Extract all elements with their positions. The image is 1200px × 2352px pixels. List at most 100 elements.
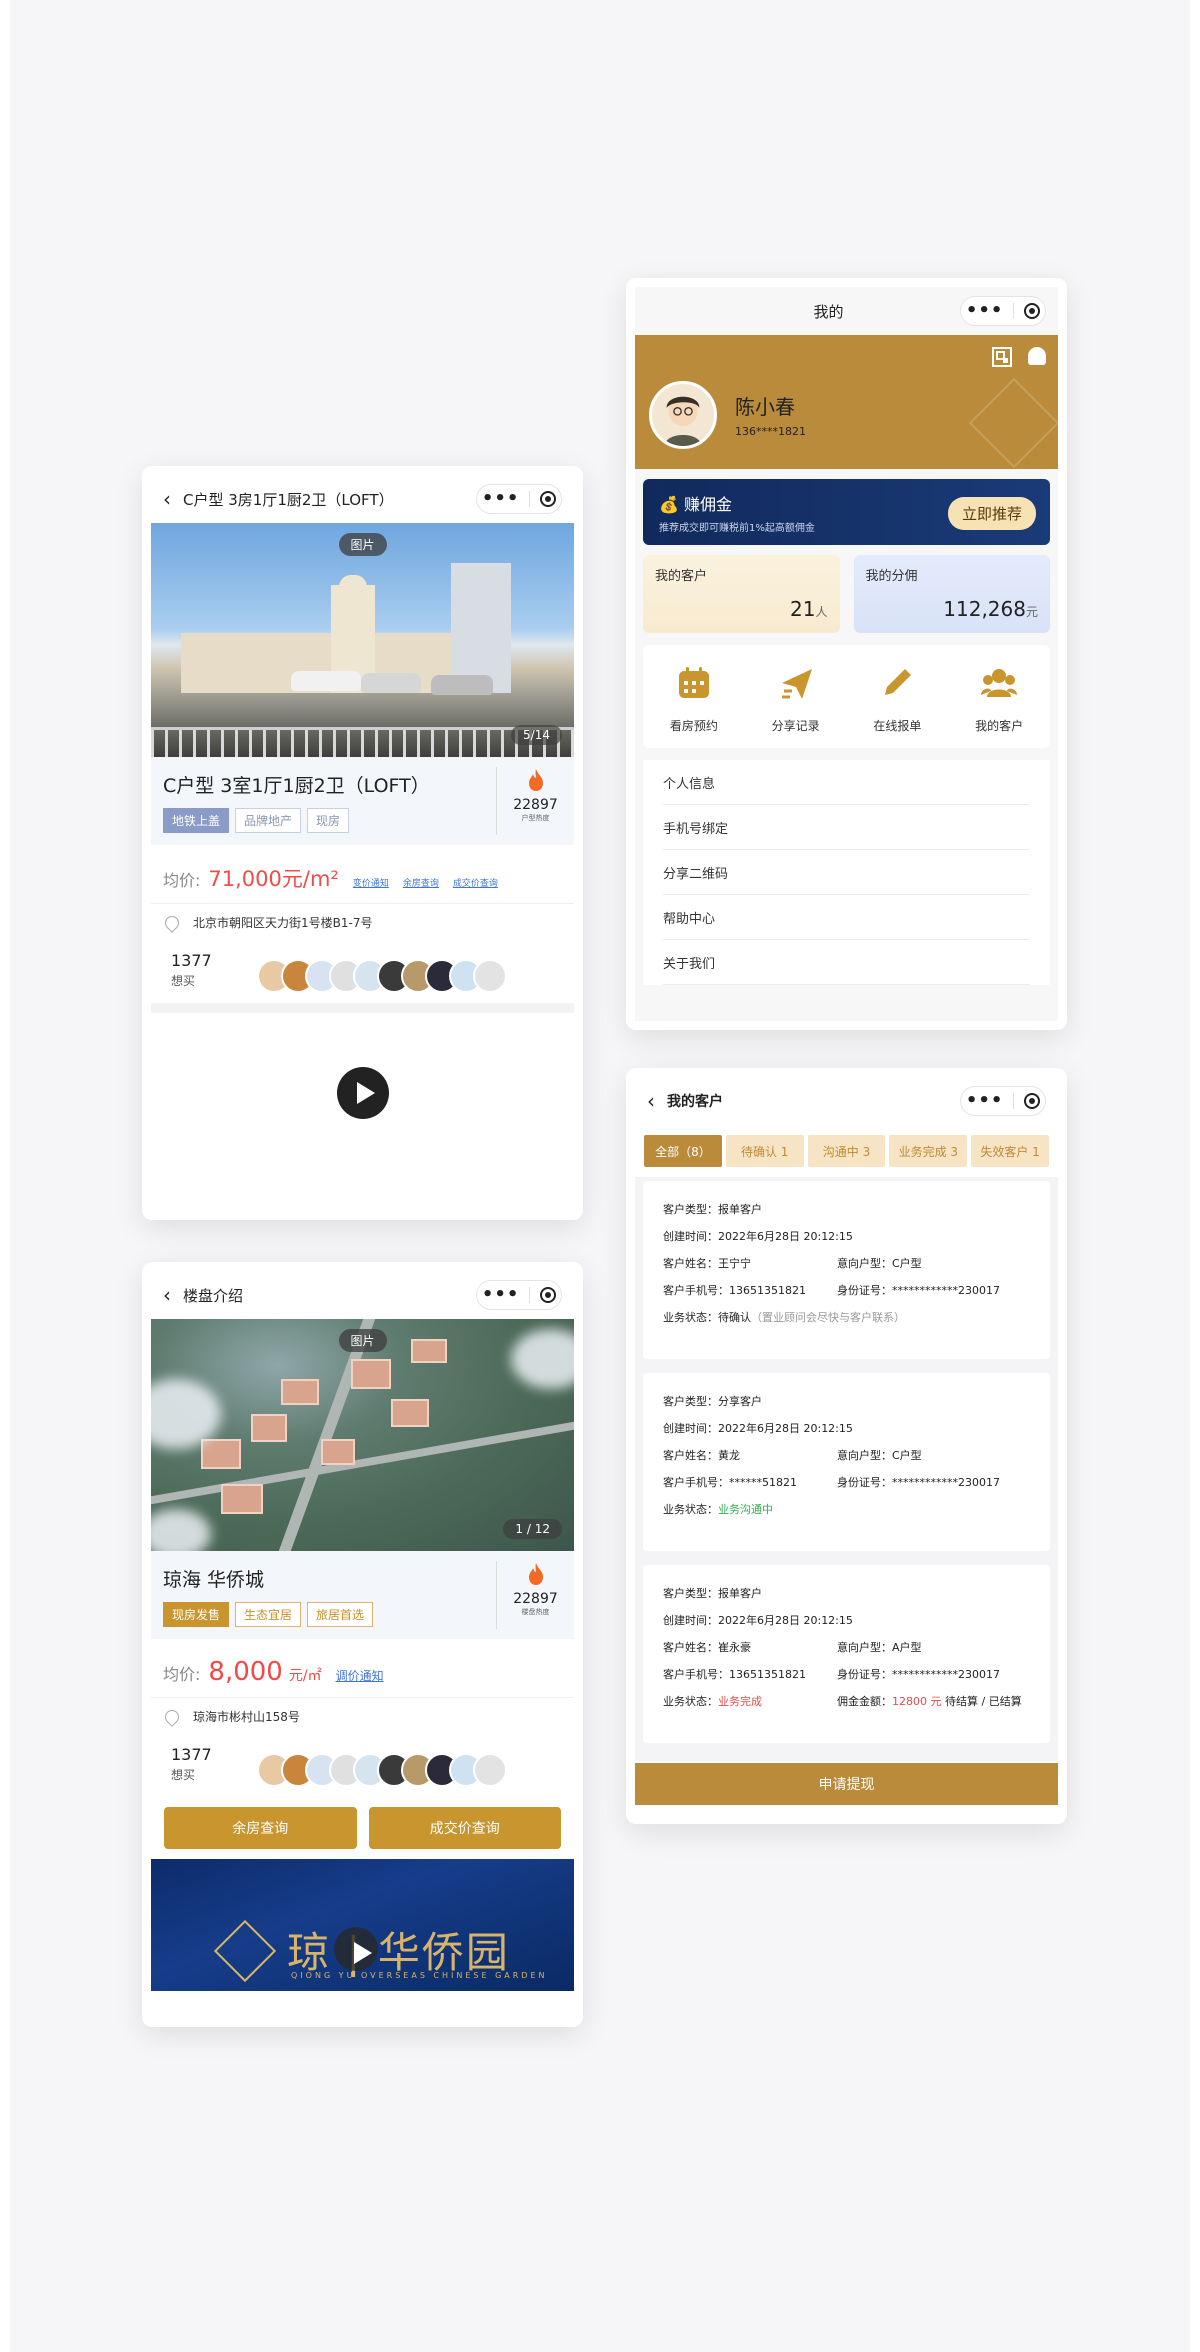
flame-icon	[528, 1563, 543, 1585]
commission-banner: 💰 赚佣金 推荐成交即可赚税前1%起高额佣金 立即推荐	[643, 479, 1050, 545]
my-customers-item[interactable]: 我的客户	[954, 663, 1044, 734]
close-ring-icon[interactable]	[1024, 303, 1041, 319]
grid-label: 在线报单	[873, 719, 922, 733]
customer-type: 客户类型：分享客户	[663, 1394, 762, 1408]
price-value: 8,000	[208, 1657, 283, 1687]
price-row: 均价: 8,000 元/㎡ 调价通知	[151, 1639, 574, 1698]
remaining-units-link[interactable]: 余房查询	[403, 876, 439, 889]
tab-pending[interactable]: 待确认 1	[725, 1135, 804, 1167]
profile-screen: 我的 ••• 陈小春 136****1821 💰 赚佣金 推荐成交即可赚税前1%…	[626, 278, 1067, 1030]
property-info-card: C户型 3室1厅1厨2卫（LOFT） 地铁上盖 品牌地产 现房 22897 户型…	[151, 757, 574, 845]
estate-intro-screen: ‹ 楼盘介绍 ••• 图片 1 / 12 琼海 华侨城 现房发售 生态宜居 旅居…	[142, 1262, 583, 2027]
photo-label[interactable]: 图片	[338, 1329, 387, 1352]
commission-label: 佣金金额：	[837, 1694, 892, 1708]
nav-bar: ‹ 我的客户 •••	[635, 1077, 1058, 1125]
close-ring-icon[interactable]	[1024, 1093, 1041, 1109]
customer-name: 客户姓名：崔永豪	[663, 1640, 751, 1654]
remaining-units-button[interactable]: 余房查询	[164, 1807, 357, 1849]
photo-label[interactable]: 图片	[338, 533, 387, 556]
close-ring-icon[interactable]	[540, 1287, 557, 1303]
status-badge: 业务完成	[718, 1694, 762, 1708]
my-customers-stat[interactable]: 我的客户 21人	[643, 555, 840, 633]
avatar[interactable]	[649, 381, 717, 449]
customer-card[interactable]: 客户类型：报单客户 创建时间：2022年6月28日 20:12:15 客户姓名：…	[643, 1565, 1050, 1743]
mini-program-capsule: •••	[476, 484, 562, 514]
price-adjust-link[interactable]: 调价通知	[336, 1667, 384, 1684]
heat-indicator: 22897 户型热度	[496, 767, 574, 835]
viewing-appointment-item[interactable]: 看房预约	[649, 663, 739, 734]
withdraw-button[interactable]: 申请提现	[635, 1763, 1058, 1805]
more-icon[interactable]: •••	[966, 1092, 1004, 1110]
id-number: 身份证号：************230017	[837, 1475, 1000, 1489]
price-label: 均价:	[163, 1665, 201, 1684]
bell-icon[interactable]	[1028, 347, 1046, 365]
menu-personal-info[interactable]: 个人信息	[663, 760, 1030, 805]
pencil-icon	[885, 669, 912, 695]
more-icon[interactable]: •••	[482, 490, 520, 508]
tab-all[interactable]: 全部（8）	[644, 1135, 722, 1167]
function-grid: 看房预约 分享记录 在线报单 我的客户	[643, 645, 1050, 748]
more-icon[interactable]: •••	[966, 302, 1004, 320]
play-button-icon[interactable]	[334, 1927, 378, 1971]
address-row[interactable]: 琼海市彬村山158号	[151, 1698, 574, 1735]
flame-icon	[528, 769, 543, 791]
qr-code-icon[interactable]	[992, 347, 1012, 367]
tag-item: 品牌地产	[235, 808, 302, 833]
back-icon[interactable]: ‹	[163, 489, 171, 509]
tab-invalid[interactable]: 失效客户 1	[971, 1135, 1049, 1167]
estate-video-banner[interactable]: 琼 | 华侨园 QIONG YU OVERSEAS CHINESE GARDEN	[151, 1859, 574, 1991]
back-icon[interactable]: ‹	[163, 1285, 171, 1305]
want-to-buy-row[interactable]: 1377 想买	[151, 1735, 574, 1797]
stat-unit: 人	[815, 605, 828, 619]
customer-type: 客户类型：报单客户	[663, 1202, 762, 1216]
nav-title: 我的客户	[667, 1094, 723, 1110]
my-customers-screen: ‹ 我的客户 ••• 全部（8） 待确认 1 沟通中 3 业务完成 3 失效客户…	[626, 1068, 1067, 1824]
settings-menu: 个人信息 手机号绑定 分享二维码 帮助中心 关于我们	[643, 760, 1050, 985]
property-photo[interactable]: 图片 5/14	[151, 523, 574, 757]
deal-price-link[interactable]: 成交价查询	[453, 876, 498, 889]
customer-card[interactable]: 客户类型：报单客户 创建时间：2022年6月28日 20:12:15 客户姓名：…	[643, 1181, 1050, 1359]
customer-phone: 客户手机号：13651351821	[663, 1667, 806, 1681]
id-number: 身份证号：************230017	[837, 1283, 1000, 1297]
menu-about-us[interactable]: 关于我们	[663, 940, 1030, 985]
menu-phone-binding[interactable]: 手机号绑定	[663, 805, 1030, 850]
intended-type: 意向户型：C户型	[837, 1448, 922, 1462]
tab-completed[interactable]: 业务完成 3	[889, 1135, 968, 1167]
price-change-link[interactable]: 变价通知	[353, 876, 389, 889]
heat-label: 户型热度	[521, 814, 550, 822]
address-text: 北京市朝阳区天力街1号楼B1-7号	[193, 916, 373, 930]
customer-name: 客户姓名：黄龙	[663, 1448, 740, 1462]
tag-item: 地铁上盖	[163, 808, 230, 833]
commission-value: 12800 元	[892, 1694, 942, 1708]
menu-share-qr[interactable]: 分享二维码	[663, 850, 1030, 895]
tab-communicating[interactable]: 沟通中 3	[807, 1135, 886, 1167]
created-time: 创建时间：2022年6月28日 20:12:15	[663, 1229, 853, 1243]
share-records-item[interactable]: 分享记录	[751, 663, 841, 734]
play-button-icon[interactable]	[336, 1067, 389, 1119]
customer-card[interactable]: 客户类型：分享客户 创建时间：2022年6月28日 20:12:15 客户姓名：…	[643, 1373, 1050, 1551]
money-bag-icon: 💰	[659, 495, 685, 514]
close-ring-icon[interactable]	[540, 491, 557, 507]
want-to-buy-row[interactable]: 1377 想买	[151, 941, 574, 1003]
user-name: 陈小春	[735, 395, 795, 419]
grid-label: 我的客户	[975, 719, 1024, 733]
calendar-icon	[678, 667, 709, 698]
price-row: 均价: 71,000元/m² 变价通知 余房查询 成交价查询	[151, 845, 574, 904]
address-row[interactable]: 北京市朝阳区天力街1号楼B1-7号	[151, 904, 574, 941]
online-report-item[interactable]: 在线报单	[852, 663, 942, 734]
more-icon[interactable]: •••	[482, 1286, 520, 1304]
mini-program-capsule: •••	[960, 296, 1046, 326]
my-commission-stat[interactable]: 我的分佣 112,268元	[853, 555, 1050, 633]
commission-title: 赚佣金	[684, 495, 733, 514]
deal-price-button[interactable]: 成交价查询	[368, 1807, 561, 1849]
recommend-now-button[interactable]: 立即推荐	[947, 497, 1036, 530]
tag-item: 现房发售	[163, 1602, 230, 1627]
created-time: 创建时间：2022年6月28日 20:12:15	[663, 1613, 853, 1627]
menu-help-center[interactable]: 帮助中心	[663, 895, 1030, 940]
property-detail-screen: ‹ C户型 3房1厅1厨2卫（LOFT） ••• 图片 5/14 C户型 3室1…	[142, 466, 583, 1220]
customer-name: 客户姓名：王宁宁	[663, 1256, 751, 1270]
customer-list: 客户类型：报单客户 创建时间：2022年6月28日 20:12:15 客户姓名：…	[635, 1177, 1058, 1761]
tag-item: 生态宜居	[235, 1602, 302, 1627]
estate-aerial-photo[interactable]: 图片 1 / 12	[151, 1319, 574, 1551]
back-icon[interactable]: ‹	[647, 1091, 655, 1111]
